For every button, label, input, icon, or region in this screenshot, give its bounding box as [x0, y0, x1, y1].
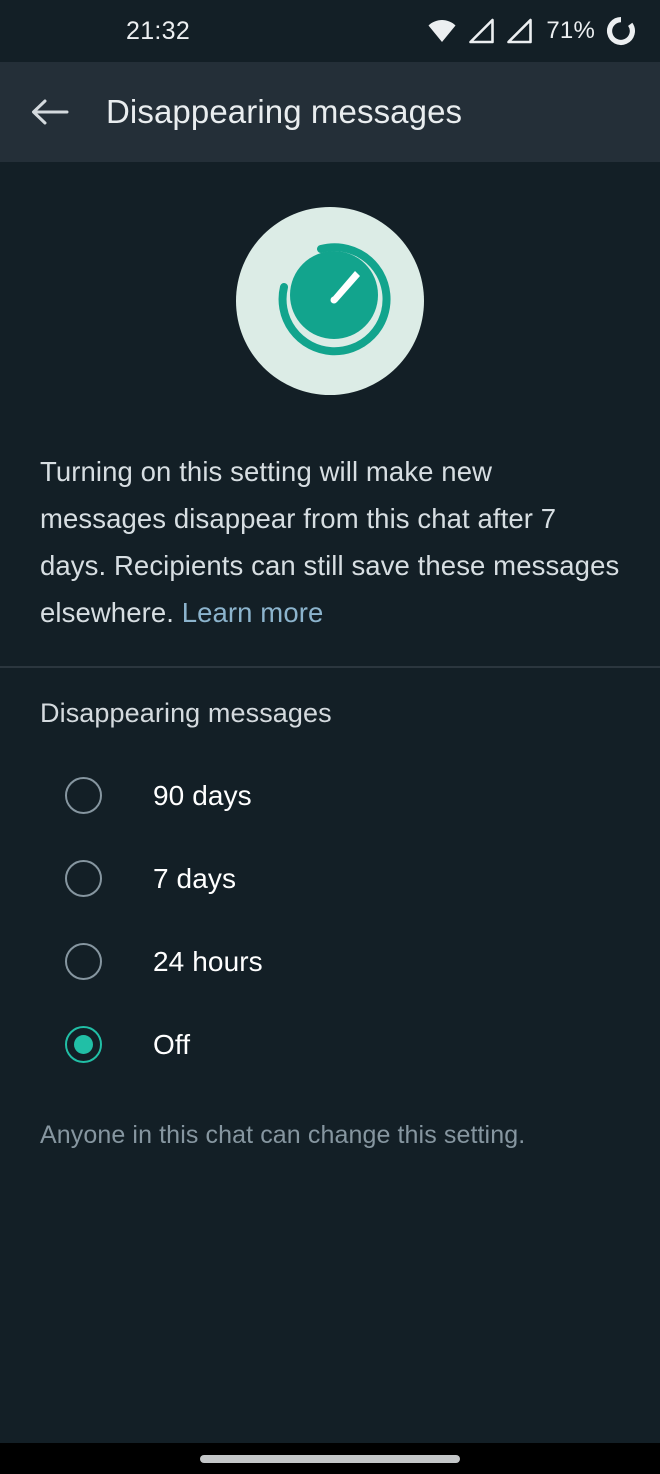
hero-circle: [236, 207, 424, 395]
app-bar: Disappearing messages: [0, 62, 660, 162]
radio-button-icon-selected: [62, 1024, 104, 1066]
phone-screen: 21:32 71% Disappearing messages Turning …: [0, 0, 660, 1474]
section-header: Disappearing messages: [40, 698, 332, 728]
wifi-icon: [428, 20, 456, 42]
description-body: Turning on this setting will make new me…: [40, 456, 620, 628]
signal-icon: [507, 18, 533, 44]
page-title: Disappearing messages: [106, 93, 463, 130]
radio-option-24-hours[interactable]: 24 hours: [0, 920, 660, 1003]
radio-option-label: Off: [153, 1028, 191, 1060]
hero-illustration: [0, 207, 660, 395]
section-divider: [0, 666, 660, 668]
footer-note: Anyone in this chat can change this sett…: [40, 1121, 526, 1149]
learn-more-link[interactable]: Learn more: [182, 589, 324, 636]
radio-option-label: 7 days: [153, 862, 237, 894]
radio-option-off[interactable]: Off: [0, 1003, 660, 1086]
status-bar: 21:32 71%: [0, 0, 660, 62]
battery-percentage: 71%: [546, 17, 595, 44]
status-time: 21:32: [126, 16, 191, 45]
duration-radio-group: WABETAINFO WABETAINFO 90 days 7 days 24 …: [0, 754, 660, 1086]
home-gesture-pill[interactable]: [200, 1454, 460, 1463]
radio-option-label: 24 hours: [153, 945, 263, 977]
disappearing-timer-icon: [278, 243, 391, 356]
radio-option-90-days[interactable]: 90 days: [0, 754, 660, 837]
back-button[interactable]: [14, 76, 86, 148]
back-arrow-icon: [32, 99, 69, 125]
radio-button-icon: [62, 858, 104, 900]
description-text: Turning on this setting will make new me…: [40, 448, 620, 636]
system-nav-bar: [0, 1443, 660, 1474]
signal-icon: [469, 18, 495, 44]
status-icons: 71%: [427, 16, 636, 46]
radio-option-label: 90 days: [153, 779, 252, 811]
settings-content: Turning on this setting will make new me…: [0, 162, 660, 1443]
radio-option-7-days[interactable]: 7 days: [0, 837, 660, 920]
radio-button-icon: [62, 775, 104, 817]
battery-ring-icon: [607, 17, 635, 45]
radio-button-icon: [62, 941, 104, 983]
